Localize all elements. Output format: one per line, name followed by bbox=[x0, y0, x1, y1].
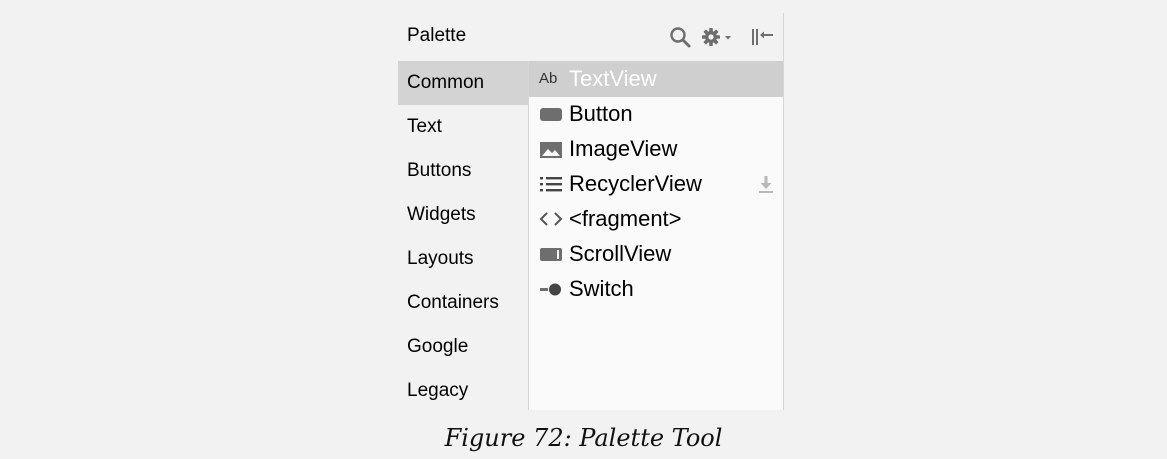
widget-label-button: Button bbox=[569, 101, 633, 126]
palette-panel: Palette Common Text Buttons Widgets Layo… bbox=[398, 13, 783, 410]
download-icon[interactable] bbox=[757, 174, 775, 194]
search-icon[interactable] bbox=[668, 25, 692, 49]
widget-item-switch[interactable]: Switch bbox=[529, 271, 783, 307]
image-icon bbox=[540, 142, 562, 158]
widget-item-scrollview[interactable]: ScrollView bbox=[529, 236, 783, 272]
category-buttons[interactable]: Buttons bbox=[398, 149, 528, 193]
widget-item-textview[interactable]: Ab TextView bbox=[529, 61, 783, 97]
widget-item-button[interactable]: Button bbox=[529, 96, 783, 132]
scrollview-icon bbox=[540, 248, 562, 261]
widget-item-recyclerview[interactable]: RecyclerView bbox=[529, 166, 783, 202]
category-containers[interactable]: Containers bbox=[398, 281, 528, 325]
category-text[interactable]: Text bbox=[398, 105, 528, 149]
widget-item-fragment[interactable]: <fragment> bbox=[529, 201, 783, 237]
switch-icon bbox=[540, 283, 561, 296]
category-legacy[interactable]: Legacy bbox=[398, 369, 528, 413]
widget-label-recyclerview: RecyclerView bbox=[569, 171, 702, 196]
widget-label-textview: TextView bbox=[569, 66, 657, 91]
category-list: Common Text Buttons Widgets Layouts Cont… bbox=[398, 61, 528, 410]
widget-label-imageview: ImageView bbox=[569, 136, 678, 161]
collapse-icon[interactable] bbox=[749, 25, 775, 49]
figure-caption: Figure 72: Palette Tool bbox=[444, 424, 723, 452]
list-icon bbox=[540, 177, 562, 192]
category-widgets[interactable]: Widgets bbox=[398, 193, 528, 237]
category-google[interactable]: Google bbox=[398, 325, 528, 369]
code-icon bbox=[539, 212, 563, 226]
palette-header: Palette bbox=[398, 13, 783, 61]
widget-label-switch: Switch bbox=[569, 276, 634, 301]
widget-list: Ab TextView Button ImageView RecyclerVie… bbox=[529, 61, 783, 410]
category-layouts[interactable]: Layouts bbox=[398, 237, 528, 281]
widget-label-scrollview: ScrollView bbox=[569, 241, 672, 266]
button-icon bbox=[540, 108, 562, 121]
category-common[interactable]: Common bbox=[398, 61, 528, 105]
gear-icon[interactable] bbox=[700, 25, 736, 49]
widget-item-imageview[interactable]: ImageView bbox=[529, 131, 783, 167]
palette-title: Palette bbox=[407, 25, 467, 46]
panel-border bbox=[783, 13, 784, 410]
widget-label-fragment: <fragment> bbox=[569, 206, 682, 231]
textview-icon: Ab bbox=[539, 70, 558, 87]
